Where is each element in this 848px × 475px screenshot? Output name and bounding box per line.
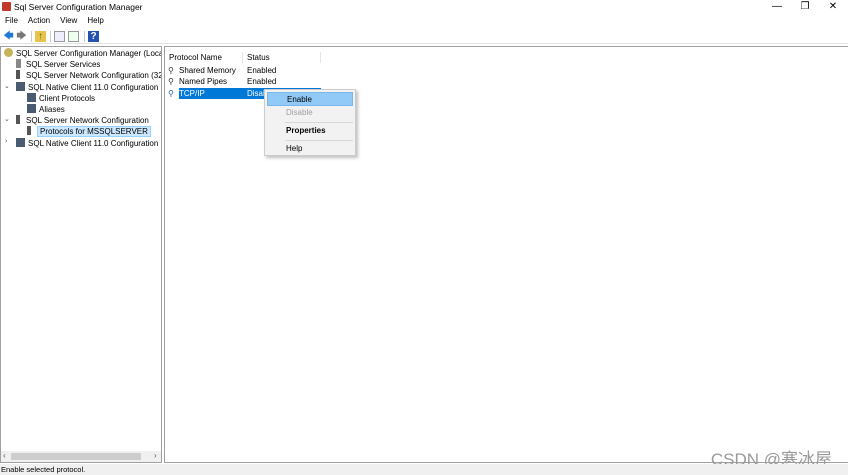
scroll-right-icon[interactable]: › — [154, 451, 157, 460]
toolbar: 🡄 🡆 ↑ ? — [0, 29, 848, 44]
menu-action[interactable]: Action — [23, 15, 55, 27]
tree-item-network-32[interactable]: SQL Server Network Configuration (32bit) — [16, 70, 161, 81]
list-row[interactable]: ⚲ TCP/IP — [168, 88, 205, 99]
status-bar: Enable selected protocol. — [0, 464, 848, 475]
menu-file[interactable]: File — [0, 15, 23, 27]
horizontal-scrollbar[interactable]: ‹ › — [1, 451, 161, 462]
status-cell: Enabled — [247, 66, 277, 75]
column-header-name[interactable]: Protocol Name — [169, 52, 243, 63]
tree-item-native[interactable]: SQL Native Client 11.0 Configuration — [16, 138, 158, 149]
collapse-icon[interactable]: ⌄ — [4, 115, 10, 123]
window-title: Sql Server Configuration Manager — [14, 2, 143, 12]
network-icon — [27, 126, 31, 135]
tree-item-root[interactable]: SQL Server Configuration Manager (Local) — [4, 48, 161, 59]
export-list-icon[interactable] — [68, 31, 79, 42]
show-hide-tree-icon[interactable] — [54, 31, 65, 42]
minimize-button[interactable]: — — [762, 0, 792, 14]
expand-icon[interactable]: › — [5, 138, 7, 145]
app-icon — [2, 2, 11, 11]
scroll-thumb[interactable] — [11, 453, 141, 460]
close-button[interactable]: ✕ — [818, 0, 848, 14]
protocol-icon: ⚲ — [168, 77, 174, 86]
network-icon — [16, 70, 20, 79]
list-row[interactable]: ⚲ Named Pipes — [168, 76, 227, 87]
menu-item-properties[interactable]: Properties — [267, 124, 353, 138]
client-icon — [16, 82, 25, 91]
tree-item-aliases[interactable]: Aliases — [27, 104, 65, 115]
collapse-icon[interactable]: ⌄ — [4, 82, 10, 90]
protocol-icon: ⚲ — [168, 66, 174, 75]
status-cell: Enabled — [247, 77, 277, 86]
menu-item-enable[interactable]: Enable — [267, 92, 353, 106]
tree-item-protocols-mssqlserver[interactable]: Protocols for MSSQLSERVER — [27, 126, 151, 137]
menu-bar: File Action View Help — [0, 15, 109, 27]
tree-pane: SQL Server Configuration Manager (Local)… — [0, 46, 162, 463]
network-icon — [16, 115, 20, 124]
protocol-icon — [27, 93, 36, 102]
help-icon[interactable]: ? — [88, 31, 99, 42]
scroll-left-icon[interactable]: ‹ — [3, 451, 6, 460]
services-icon — [16, 59, 21, 68]
tree-item-native-32[interactable]: SQL Native Client 11.0 Configuration (32… — [16, 82, 161, 93]
maximize-button[interactable]: ❐ — [790, 0, 820, 14]
menu-item-disable: Disable — [286, 108, 313, 117]
tree-item-services[interactable]: SQL Server Services — [16, 59, 100, 70]
client-icon — [16, 138, 25, 147]
up-folder-icon[interactable]: ↑ — [35, 31, 46, 42]
alias-icon — [27, 104, 36, 113]
list-row[interactable]: ⚲ Shared Memory — [168, 65, 236, 76]
menu-item-help[interactable]: Help — [267, 142, 353, 156]
column-header-status[interactable]: Status — [247, 52, 321, 63]
server-icon — [4, 48, 13, 57]
menu-view[interactable]: View — [55, 15, 82, 27]
title-bar: Sql Server Configuration Manager — ❐ ✕ — [0, 0, 848, 14]
forward-icon[interactable]: 🡆 — [16, 31, 27, 42]
context-menu: Enable Disable Properties Help — [264, 89, 356, 156]
back-icon[interactable]: 🡄 — [3, 31, 14, 42]
tree-item-network[interactable]: SQL Server Network Configuration — [16, 115, 149, 126]
protocol-icon: ⚲ — [168, 89, 174, 98]
tree-item-client-protocols[interactable]: Client Protocols — [27, 93, 95, 104]
menu-help[interactable]: Help — [82, 15, 108, 27]
